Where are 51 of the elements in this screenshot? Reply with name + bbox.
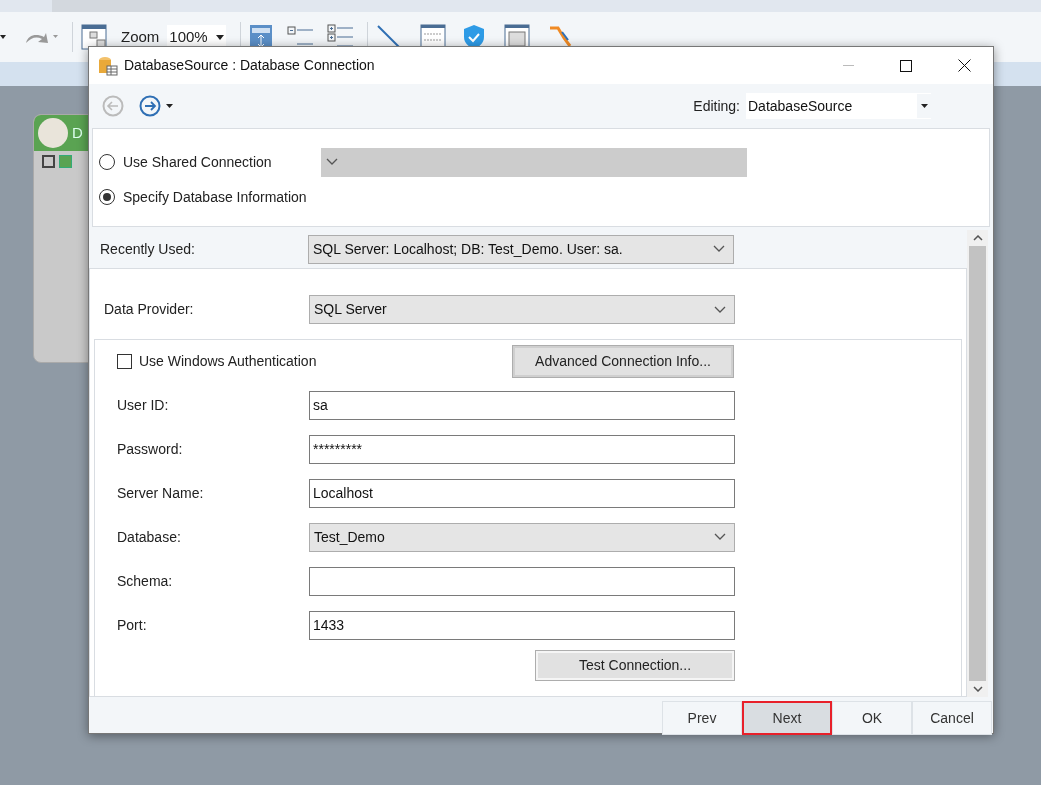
- radio-label[interactable]: Specify Database Information: [123, 186, 309, 208]
- data-provider-dropdown[interactable]: SQL Server: [309, 295, 735, 324]
- caret-icon: [920, 104, 928, 108]
- test-connection-button[interactable]: Test Connection...: [536, 651, 734, 680]
- editing-label: Editing:: [693, 96, 740, 116]
- caret-icon: [215, 34, 224, 40]
- caret-icon[interactable]: [166, 104, 173, 108]
- radio-label[interactable]: Use Shared Connection: [123, 151, 309, 173]
- recently-used-dropdown[interactable]: SQL Server: Localhost; DB: Test_Demo. User: sa.: [308, 234, 734, 264]
- editing-dropdown[interactable]: DatabaseSource: [746, 93, 931, 119]
- database-dropdown[interactable]: Test_Demo: [309, 522, 735, 552]
- collapse-icon[interactable]: [286, 26, 315, 48]
- radio-button[interactable]: [99, 189, 115, 205]
- layout-icon[interactable]: [81, 24, 107, 50]
- input-field[interactable]: 1433: [309, 610, 735, 640]
- scroll-thumb[interactable]: [969, 246, 986, 681]
- chevron-down-icon: [714, 533, 726, 541]
- forward-icon[interactable]: [139, 95, 161, 117]
- node-title: D: [72, 122, 83, 143]
- caret-icon[interactable]: [0, 35, 6, 39]
- input-field[interactable]: [309, 566, 735, 596]
- maximize-icon[interactable]: [900, 59, 912, 72]
- scroll-down-icon[interactable]: [972, 686, 983, 692]
- chevron-down-icon: [713, 245, 725, 253]
- field-label: Port:: [117, 615, 148, 635]
- chevron-down-icon: [714, 305, 726, 314]
- radio-button[interactable]: [99, 154, 115, 170]
- square-icon: [59, 155, 72, 168]
- input-field[interactable]: sa: [309, 390, 735, 420]
- close-icon[interactable]: [957, 59, 971, 72]
- advanced-connection-button[interactable]: Advanced Connection Info...: [513, 346, 733, 377]
- dialog-button[interactable]: OK: [832, 701, 912, 735]
- zoom-dropdown[interactable]: 100%: [167, 25, 226, 49]
- collapse-icon[interactable]: [42, 155, 55, 168]
- field-label: Database:: [117, 527, 182, 547]
- checkbox[interactable]: [117, 354, 132, 369]
- zoom-label: Zoom: [121, 26, 160, 47]
- dialog-button[interactable]: Prev: [662, 701, 742, 735]
- dialog-button[interactable]: Next: [742, 701, 832, 735]
- chevron-down-icon: [326, 158, 338, 166]
- field-label: User ID:: [117, 395, 170, 415]
- field-label: Password:: [117, 439, 184, 459]
- dialog-title: DatabaseSource : Database Connection: [124, 56, 375, 75]
- input-field[interactable]: *********: [309, 434, 735, 464]
- field-label: Server Name:: [117, 483, 205, 503]
- field-label: Schema:: [117, 571, 174, 591]
- scrollbar[interactable]: [967, 230, 988, 697]
- checkbox-label[interactable]: Use Windows Authentication: [139, 351, 513, 372]
- scroll-up-icon[interactable]: [972, 235, 983, 241]
- input-field[interactable]: Localhost: [309, 478, 735, 508]
- dialog-button[interactable]: Cancel: [912, 701, 992, 735]
